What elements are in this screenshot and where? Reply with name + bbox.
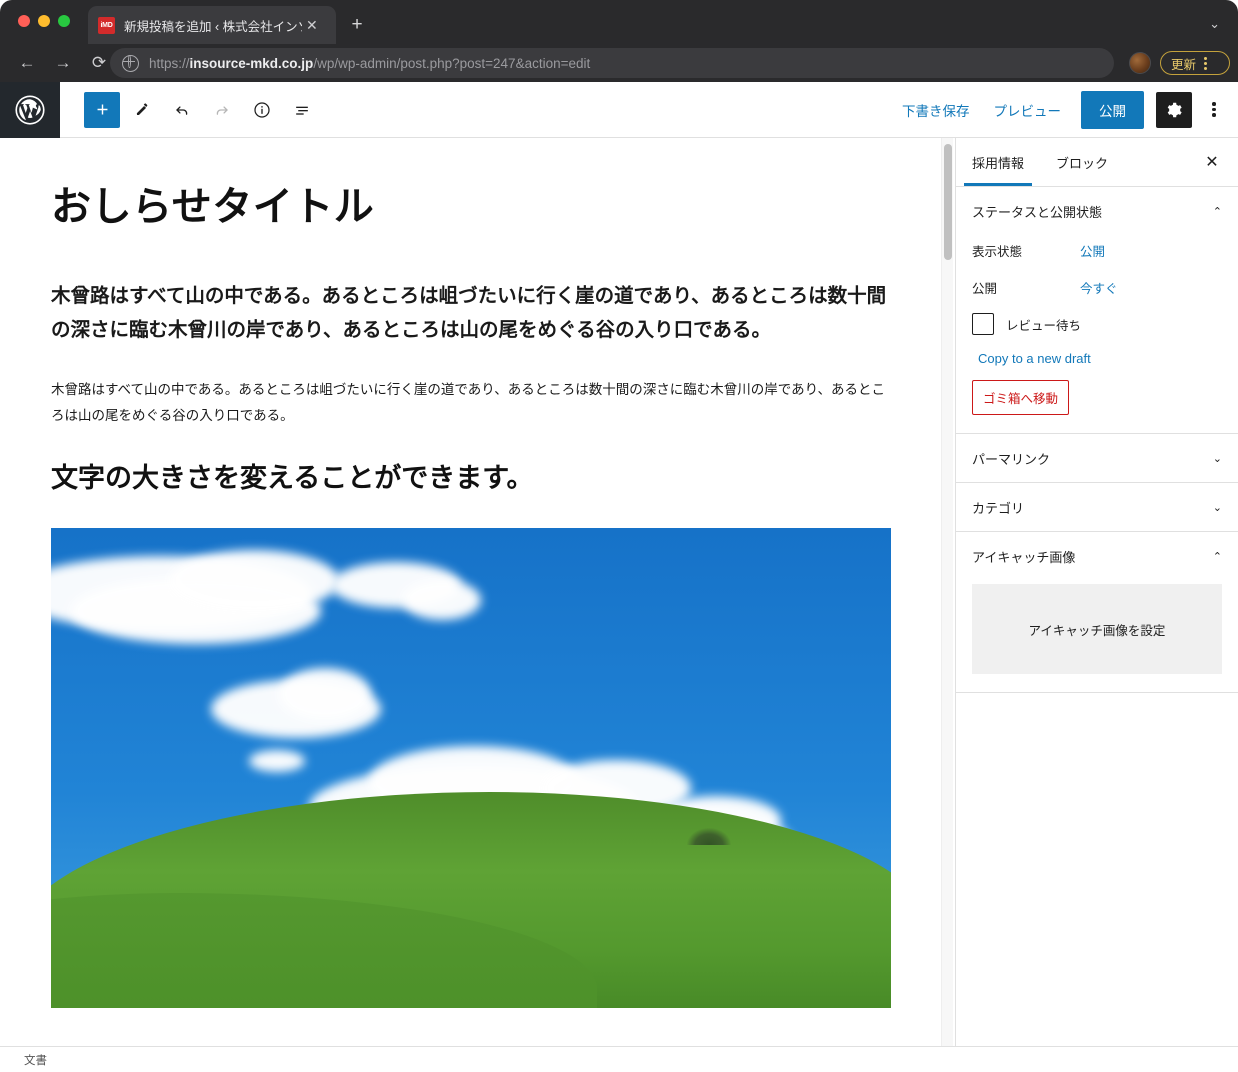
tab-list-chevron-down-icon[interactable]: ⌄ [1209, 16, 1220, 32]
undo-button[interactable] [164, 92, 200, 128]
move-to-trash-button[interactable]: ゴミ箱へ移動 [972, 380, 1070, 415]
browser-menu-icon[interactable] [1204, 56, 1208, 70]
update-button-label: 更新 [1171, 57, 1197, 72]
cloud-icon [403, 580, 481, 621]
url-path: /wp/wp-admin/post.php?post=247&action=ed… [313, 55, 591, 71]
tab-title: 新規投稿を追加 ‹ 株式会社インソー… [124, 19, 302, 34]
panel-body-status: 表示状態 公開 公開 今すぐ レビュー待ち Copy to a new draf… [956, 235, 1238, 433]
editor-tool-group [84, 91, 320, 128]
update-browser-button[interactable]: 更新 [1160, 51, 1230, 75]
panel-title-permalink: パーマリンク [972, 451, 1051, 467]
image-block[interactable] [51, 528, 891, 1009]
browser-tab[interactable]: iMD 新規投稿を追加 ‹ 株式会社インソー… ✕ [88, 6, 336, 44]
globe-icon [122, 54, 139, 72]
details-info-icon[interactable] [244, 92, 280, 128]
chevron-down-icon[interactable]: ⌄ [1213, 452, 1222, 465]
panel-header-permalink[interactable]: パーマリンク ⌄ [956, 434, 1238, 482]
panel-title-category: カテゴリ [972, 500, 1025, 516]
body-paragraph-block[interactable]: 木曾路はすべて山の中である。あるところは岨づたいに行く崖の道であり、あるところは… [51, 377, 891, 428]
editor-actions: 下書き保存 プレビュー 公開 [890, 90, 1238, 129]
document-breadcrumb[interactable]: 文書 [24, 1052, 47, 1068]
editor-more-menu-icon[interactable] [1194, 92, 1226, 128]
tab-strip: iMD 新規投稿を追加 ‹ 株式会社インソー… ✕ + ⌄ [0, 0, 1238, 44]
reload-button[interactable]: ⟳ [86, 50, 112, 76]
maximize-window-button[interactable] [58, 15, 70, 27]
panel-header-featured-image[interactable]: アイキャッチ画像 ⌃ [956, 532, 1238, 580]
cloud-icon [249, 750, 305, 773]
pending-review-label: レビュー待ち [1006, 318, 1082, 333]
minimize-window-button[interactable] [38, 15, 50, 27]
new-tab-button[interactable]: + [346, 13, 368, 35]
wordpress-logo-icon[interactable] [0, 81, 60, 138]
chevron-up-icon[interactable]: ⌃ [1213, 550, 1222, 563]
sub-heading-block[interactable]: 文字の大きさを変えることができます。 [51, 460, 904, 498]
save-draft-button[interactable]: 下書き保存 [890, 92, 982, 128]
list-view-icon[interactable] [284, 92, 320, 128]
panel-header-category[interactable]: カテゴリ ⌄ [956, 483, 1238, 531]
visibility-label: 表示状態 [972, 245, 1023, 259]
redo-button[interactable] [204, 92, 240, 128]
visibility-row: 表示状態 公開 [972, 235, 1222, 272]
browser-window: iMD 新規投稿を追加 ‹ 株式会社インソー… ✕ + ⌄ ← → ⟳ http… [0, 0, 1238, 1072]
url-domain: insource-mkd.co.jp [189, 55, 314, 71]
chevron-down-icon[interactable]: ⌄ [1213, 501, 1222, 514]
editor-scrollbar[interactable] [941, 138, 953, 1046]
chevron-up-icon[interactable]: ⌃ [1213, 205, 1222, 218]
editor-toolbar: 下書き保存 プレビュー 公開 [0, 81, 1238, 138]
publish-button[interactable]: 公開 [1081, 90, 1144, 129]
tab-block-settings[interactable]: ブロック [1040, 138, 1124, 186]
forward-button[interactable]: → [50, 50, 76, 76]
publish-date-row: 公開 今すぐ [972, 272, 1222, 309]
scrollbar-thumb[interactable] [944, 144, 952, 260]
profile-avatar[interactable] [1129, 52, 1151, 74]
url-prefix: https:// [149, 55, 190, 71]
post-title[interactable]: おしらせタイトル [51, 182, 955, 232]
settings-sidebar: 採用情報 ブロック ✕ ステータスと公開状態 ⌃ 表示状態 公開 公開 今すぐ [955, 138, 1238, 1046]
panel-status-and-visibility: ステータスと公開状態 ⌃ 表示状態 公開 公開 今すぐ レビュー待ち Copy … [956, 187, 1238, 434]
window-controls[interactable] [18, 15, 70, 27]
address-bar[interactable]: https://insource-mkd.co.jp/wp/wp-admin/p… [110, 48, 1114, 78]
url-text: https://insource-mkd.co.jp/wp/wp-admin/p… [149, 56, 590, 71]
panel-featured-image: アイキャッチ画像 ⌃ アイキャッチ画像を設定 [956, 532, 1238, 693]
pending-review-checkbox[interactable] [972, 313, 994, 335]
panel-permalink: パーマリンク ⌄ [956, 434, 1238, 483]
tree-icon [687, 827, 731, 845]
publish-date-value-button[interactable]: 今すぐ [1080, 278, 1118, 297]
edit-tools-pencil-icon[interactable] [124, 92, 160, 128]
copy-to-new-draft-link[interactable]: Copy to a new draft [972, 345, 1091, 378]
editor-status-bar: 文書 [0, 1046, 1238, 1072]
back-button[interactable]: ← [14, 50, 40, 76]
set-featured-image-button[interactable]: アイキャッチ画像を設定 [972, 584, 1222, 674]
publish-date-label: 公開 [972, 282, 998, 296]
panel-category: カテゴリ ⌄ [956, 483, 1238, 532]
visibility-value-button[interactable]: 公開 [1080, 241, 1105, 260]
preview-button[interactable]: プレビュー [982, 92, 1074, 128]
favicon: iMD [98, 16, 115, 34]
address-bar-row: ← → ⟳ https://insource-mkd.co.jp/wp/wp-a… [0, 44, 1238, 82]
post-editor-canvas[interactable]: おしらせタイトル 木曾路はすべて山の中である。あるところは岨づたいに行く崖の道で… [0, 138, 955, 1046]
browser-chrome: iMD 新規投稿を追加 ‹ 株式会社インソー… ✕ + ⌄ ← → ⟳ http… [0, 0, 1238, 82]
tab-post-settings[interactable]: 採用情報 [956, 138, 1040, 186]
close-window-button[interactable] [18, 15, 30, 27]
pending-review-row[interactable]: レビュー待ち [972, 309, 1222, 345]
settings-gear-icon[interactable] [1156, 91, 1192, 128]
panel-title-status: ステータスと公開状態 [972, 204, 1103, 220]
lead-paragraph-block[interactable]: 木曾路はすべて山の中である。あるところは岨づたいに行く崖の道であり、あるところは… [51, 280, 891, 347]
post-content: おしらせタイトル 木曾路はすべて山の中である。あるところは岨づたいに行く崖の道で… [0, 138, 955, 1009]
cloud-icon [169, 550, 339, 613]
close-sidebar-icon[interactable]: ✕ [1200, 150, 1224, 174]
sidebar-tabs: 採用情報 ブロック ✕ [956, 138, 1238, 187]
panel-header-status[interactable]: ステータスと公開状態 ⌃ [956, 187, 1238, 235]
panel-body-featured-image: アイキャッチ画像を設定 [956, 584, 1238, 692]
panel-title-featured-image: アイキャッチ画像 [972, 549, 1076, 565]
close-tab-icon[interactable]: ✕ [306, 18, 318, 32]
add-block-button[interactable] [84, 91, 120, 128]
cloud-icon [279, 668, 371, 721]
